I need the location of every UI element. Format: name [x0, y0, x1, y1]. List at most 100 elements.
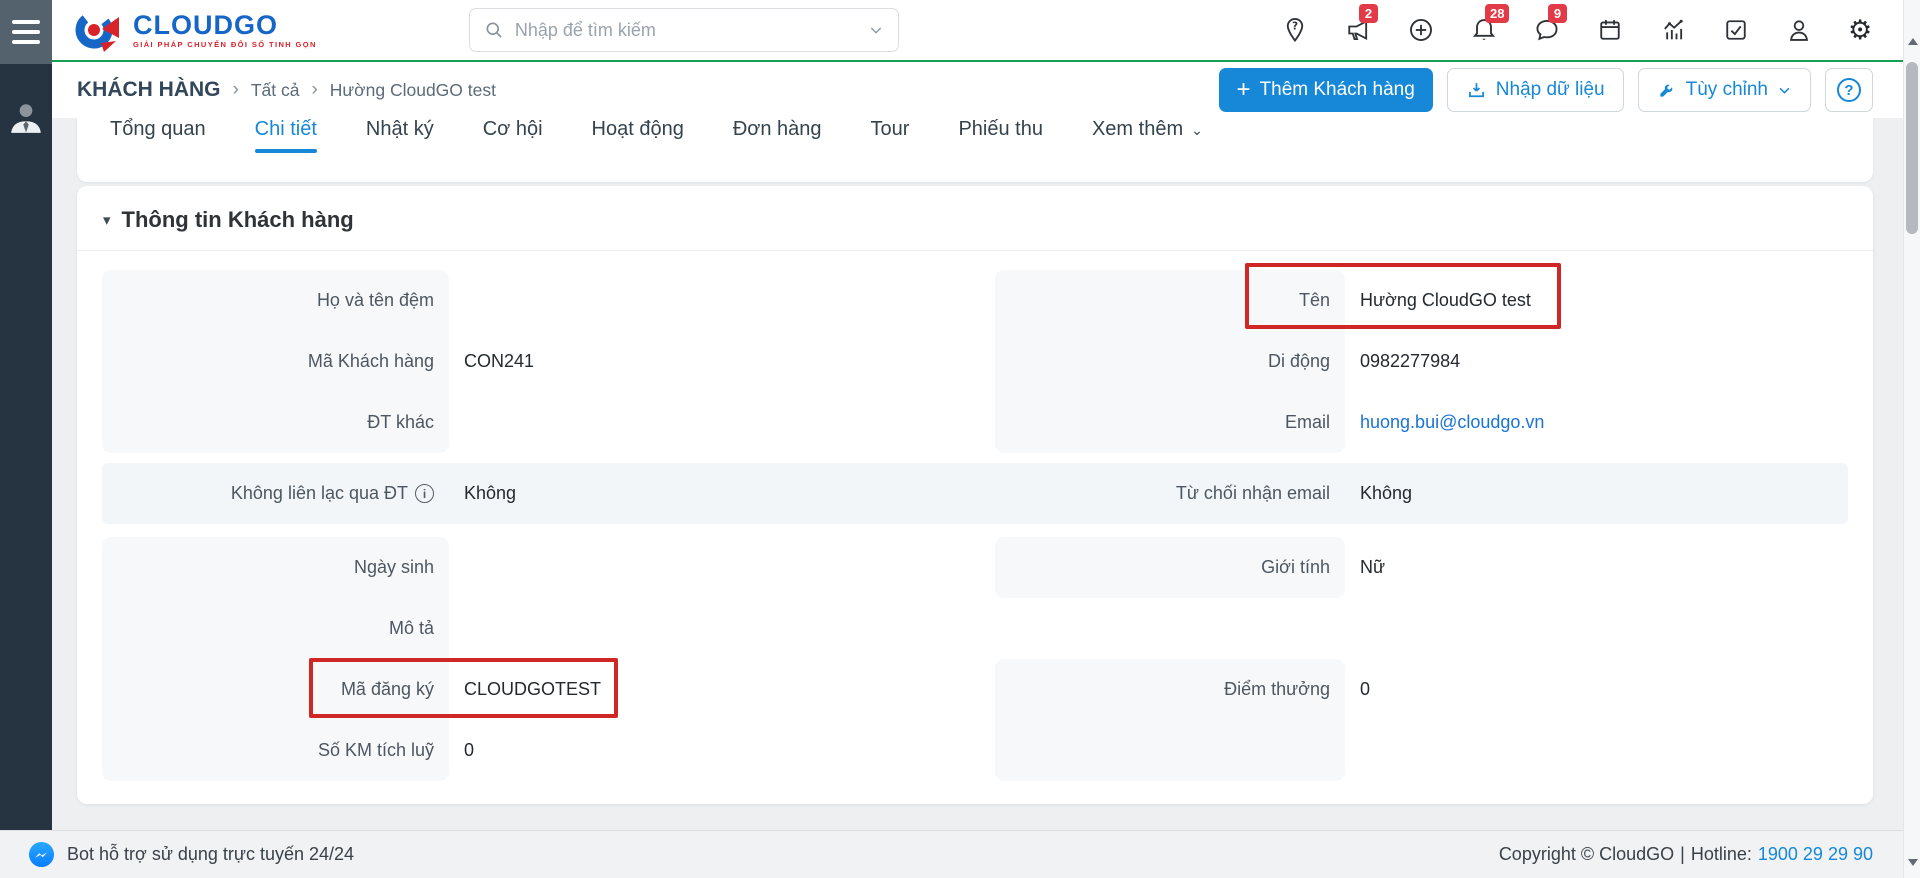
field-label: Tên	[995, 270, 1345, 331]
record-actions: + Thêm Khách hàng Nhập dữ liệu Tùy chỉnh	[1218, 68, 1873, 112]
field-value: Nữ	[1360, 557, 1386, 577]
announcements-megaphone-icon[interactable]: 2	[1344, 4, 1378, 44]
main-area: CLOUDGO GIẢI PHÁP CHUYỂN ĐỔI SỐ TINH GỌN	[52, 0, 1920, 830]
help-button[interactable]: ?	[1825, 68, 1873, 112]
email-link[interactable]: huong.bui@cloudgo.vn	[1360, 412, 1544, 433]
field-label: Ngày sinh	[102, 537, 449, 598]
customer-fields-grid: Họ và tên đệm Tên Hường CloudGO test Mã …	[102, 270, 1848, 781]
support-bot-launcher[interactable]: Bot hỗ trợ sử dụng trực tuyến 24/24	[28, 841, 354, 868]
import-data-button[interactable]: Nhập dữ liệu	[1446, 68, 1624, 112]
svg-text:?: ?	[1292, 21, 1298, 33]
field-label: Mô tả	[102, 598, 449, 659]
plus-icon: +	[1236, 76, 1251, 103]
notifications-badge: 28	[1485, 4, 1510, 23]
section-header-customer-info[interactable]: ▾ Thông tin Khách hàng	[77, 186, 1873, 250]
footer-divider: |	[1680, 844, 1685, 864]
messages-chat-icon[interactable]: 9	[1533, 4, 1567, 44]
announcements-badge: 2	[1359, 4, 1378, 23]
tab-nhat-ky[interactable]: Nhật ký	[366, 118, 434, 153]
field-label: ĐT khác	[102, 392, 449, 453]
field-label: Từ chối nhận email	[1175, 483, 1330, 503]
page: CLOUDGO GIẢI PHÁP CHUYỂN ĐỔI SỐ TINH GỌN	[0, 0, 1920, 830]
hamburger-menu-icon[interactable]	[0, 0, 52, 64]
section-divider	[77, 250, 1873, 251]
tab-tong-quan[interactable]: Tổng quan	[110, 118, 206, 153]
vertical-scrollbar[interactable]	[1903, 0, 1920, 878]
field-label: Email	[995, 392, 1345, 453]
breadcrumb-item-record: Hường CloudGO test	[329, 79, 496, 100]
logo-name: CLOUDGO	[133, 9, 278, 40]
field-value-ten: Hường CloudGO test	[1360, 290, 1531, 310]
tab-don-hang[interactable]: Đơn hàng	[733, 118, 822, 153]
breadcrumb-separator: ›	[232, 79, 239, 100]
field-value: CON241	[464, 351, 535, 371]
calendar-icon[interactable]	[1596, 16, 1624, 44]
add-customer-button[interactable]: + Thêm Khách hàng	[1218, 68, 1433, 112]
field-value	[449, 270, 952, 331]
search-scope-chevron-icon[interactable]	[868, 22, 884, 38]
header-icons: ? 2 28 9 ⚙	[1281, 4, 1876, 44]
hotline-link[interactable]: 1900 29 29 90	[1758, 844, 1873, 865]
customize-label: Tùy chỉnh	[1685, 79, 1768, 100]
cloudgo-logo[interactable]: CLOUDGO GIẢI PHÁP CHUYỂN ĐỔI SỐ TINH GỌN	[73, 5, 317, 55]
field-label: Điểm thưởng	[995, 659, 1345, 781]
sidebar	[0, 0, 52, 830]
field-value: 0	[1360, 679, 1371, 699]
record-tabs-card: Tổng quan Chi tiết Nhật ký Cơ hội Hoạt đ…	[77, 118, 1873, 182]
breadcrumb-separator: ›	[311, 79, 318, 100]
tab-xem-them[interactable]: Xem thêm ⌄	[1092, 118, 1203, 153]
tab-chi-tiet[interactable]: Chi tiết	[255, 118, 317, 153]
customize-button[interactable]: Tùy chỉnh	[1637, 68, 1811, 112]
search-input[interactable]	[514, 19, 857, 41]
settings-gear-icon[interactable]: ⚙	[1848, 16, 1876, 44]
footer: Bot hỗ trợ sử dụng trực tuyến 24/24 Copy…	[0, 830, 1920, 878]
scrollbar-down-arrow[interactable]	[1908, 859, 1918, 866]
tab-co-hoi[interactable]: Cơ hội	[483, 118, 543, 153]
quick-add-icon[interactable]	[1407, 16, 1435, 44]
add-customer-label: Thêm Khách hàng	[1259, 79, 1415, 100]
reports-chart-icon[interactable]	[1659, 16, 1687, 44]
tab-hoat-dong[interactable]: Hoạt động	[592, 118, 684, 153]
field-value	[449, 392, 952, 453]
chevron-down-icon: ⌄	[1191, 122, 1203, 138]
footer-copyright: Copyright © CloudGO | Hotline: 1900 29 2…	[1498, 844, 1873, 865]
field-label: Mã Khách hàng	[102, 331, 449, 392]
help-question-icon: ?	[1837, 78, 1861, 102]
field-value: Không	[464, 483, 517, 503]
top-header: CLOUDGO GIẢI PHÁP CHUYỂN ĐỔI SỐ TINH GỌN	[52, 0, 1920, 62]
notifications-bell-icon[interactable]: 28	[1470, 4, 1510, 44]
search-icon	[486, 22, 502, 38]
support-bot-label: Bot hỗ trợ sử dụng trực tuyến 24/24	[67, 844, 355, 864]
download-icon	[1468, 82, 1484, 97]
tasks-checkbox-icon[interactable]	[1722, 16, 1750, 44]
field-label: Giới tính	[995, 537, 1345, 598]
breadcrumb-bar: KHÁCH HÀNG › Tất cả › Hường CloudGO test…	[52, 62, 1920, 118]
import-data-label: Nhập dữ liệu	[1495, 79, 1605, 100]
collapse-caret-icon: ▾	[103, 212, 111, 229]
field-value: 0	[464, 740, 475, 760]
content-area: Tổng quan Chi tiết Nhật ký Cơ hội Hoạt đ…	[52, 118, 1920, 830]
field-label: Di động	[995, 331, 1345, 392]
breadcrumb-item-all[interactable]: Tất cả	[251, 80, 300, 101]
field-value-ma-dang-ky: CLOUDGOTEST	[464, 679, 602, 699]
logo-tagline: GIẢI PHÁP CHUYỂN ĐỔI SỐ TINH GỌN	[133, 39, 317, 49]
section-title: Thông tin Khách hàng	[121, 207, 354, 232]
messenger-icon	[28, 841, 55, 868]
tab-phieu-thu[interactable]: Phiếu thu	[958, 118, 1043, 153]
breadcrumb-module[interactable]: KHÁCH HÀNG	[77, 78, 221, 102]
cloudgo-logo-icon	[75, 11, 119, 52]
field-value	[449, 537, 952, 598]
messages-badge: 9	[1548, 4, 1567, 23]
scrollbar-thumb[interactable]	[1906, 62, 1918, 234]
field-label: Không liên lạc qua ĐT i	[102, 463, 449, 524]
global-search[interactable]	[468, 8, 899, 52]
chevron-down-icon	[1779, 87, 1790, 94]
tab-tour[interactable]: Tour	[871, 118, 910, 153]
scrollbar-up-arrow[interactable]	[1908, 38, 1918, 45]
user-avatar[interactable]	[8, 100, 44, 134]
checkin-location-icon[interactable]: ?	[1281, 16, 1309, 44]
wrench-icon	[1659, 84, 1672, 97]
info-icon[interactable]: i	[415, 484, 434, 503]
field-label: Số KM tích luỹ	[102, 720, 449, 781]
profile-person-icon[interactable]	[1785, 16, 1813, 44]
